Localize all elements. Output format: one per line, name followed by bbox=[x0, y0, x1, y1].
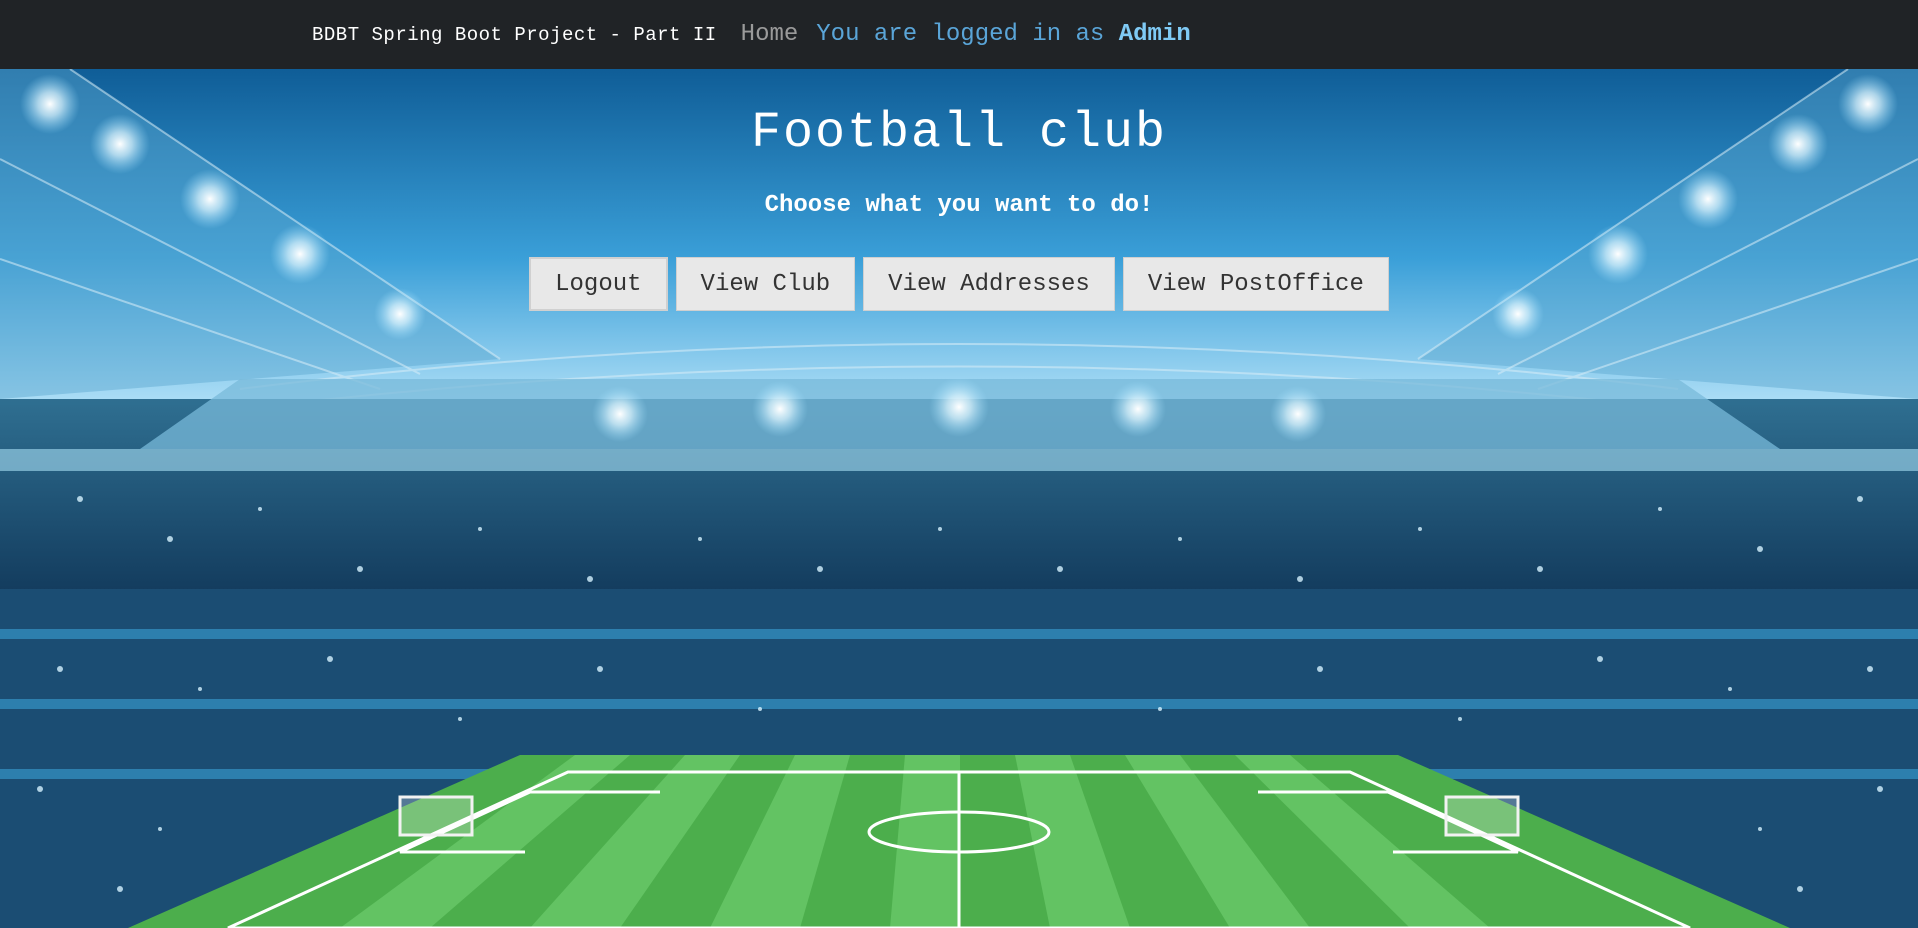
top-navbar: BDBT Spring Boot Project - Part II Home … bbox=[0, 0, 1918, 69]
action-buttons: Logout View Club View Addresses View Pos… bbox=[0, 257, 1918, 311]
view-postoffice-button[interactable]: View PostOffice bbox=[1122, 257, 1389, 311]
logged-in-username: Admin bbox=[1118, 21, 1191, 48]
stand-tier-1 bbox=[0, 449, 1918, 471]
nav-home-link[interactable]: Home bbox=[741, 21, 799, 48]
page-subtitle: Choose what you want to do! bbox=[764, 192, 1154, 219]
stand-band-2 bbox=[0, 699, 1918, 709]
main-content: Football club Choose what you want to do… bbox=[0, 69, 1918, 311]
logged-in-status: You are logged in as Admin bbox=[816, 21, 1190, 48]
stand-band-1 bbox=[0, 629, 1918, 639]
view-addresses-button[interactable]: View Addresses bbox=[863, 257, 1115, 311]
view-club-button[interactable]: View Club bbox=[675, 257, 856, 311]
page-title: Football club bbox=[750, 105, 1168, 162]
logout-button[interactable]: Logout bbox=[529, 257, 668, 311]
brand-title[interactable]: BDBT Spring Boot Project - Part II bbox=[312, 24, 717, 46]
logged-in-prefix: You are logged in as bbox=[816, 21, 1105, 48]
